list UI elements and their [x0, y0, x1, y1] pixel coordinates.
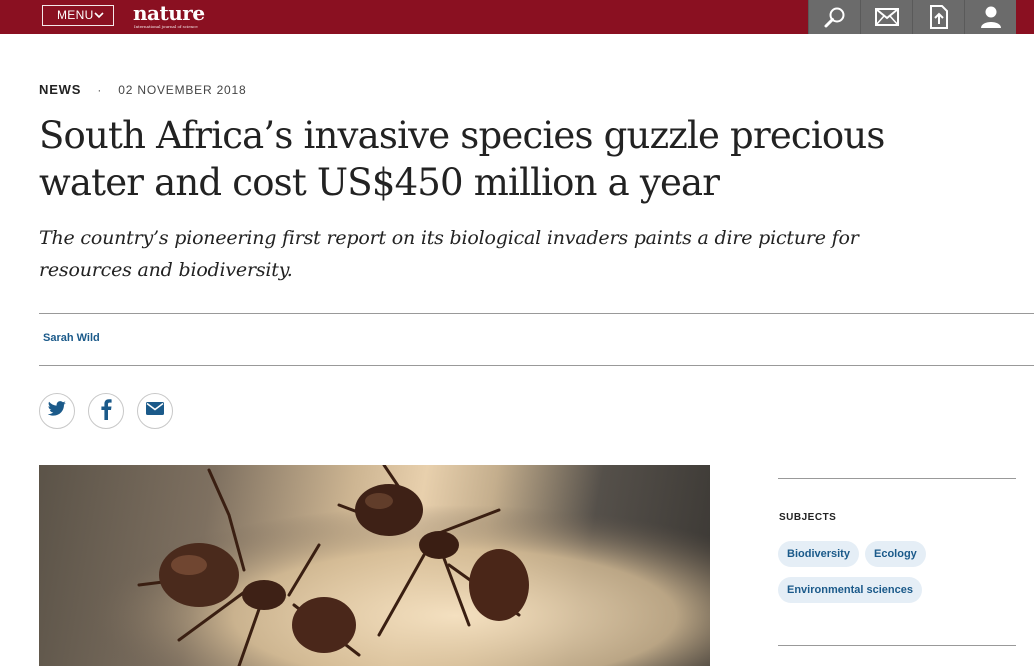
subject-tag-biodiversity[interactable]: Biodiversity: [778, 541, 859, 567]
subject-tag-ecology[interactable]: Ecology: [865, 541, 926, 567]
logo-tagline: International journal of science: [134, 24, 198, 29]
hero-image: [39, 465, 710, 666]
share-facebook-button[interactable]: [88, 393, 124, 429]
mail-icon: [874, 8, 899, 26]
subjects-heading: SUBJECTS: [779, 512, 837, 523]
submit-button[interactable]: [912, 0, 964, 34]
article-title: South Africa’s invasive species guzzle p…: [39, 114, 885, 204]
divider: [39, 365, 1034, 366]
share-twitter-button[interactable]: [39, 393, 75, 429]
search-button[interactable]: [808, 0, 860, 34]
ants-illustration: [39, 465, 710, 666]
user-icon: [980, 5, 1002, 29]
menu-label: MENU: [57, 8, 94, 22]
header-tools: [808, 0, 1016, 34]
article-type: NEWS: [39, 82, 82, 97]
submit-upload-icon: [929, 5, 949, 29]
search-icon: [823, 5, 847, 29]
article-meta: NEWS · 02 NOVEMBER 2018: [39, 82, 246, 97]
nature-logo[interactable]: nature International journal of science: [133, 1, 205, 29]
facebook-icon: [100, 398, 112, 425]
share-email-button[interactable]: [137, 393, 173, 429]
sidebar-divider: [778, 645, 1016, 646]
meta-separator: ·: [97, 83, 103, 97]
publish-date: 02 NOVEMBER 2018: [118, 83, 247, 97]
email-alerts-button[interactable]: [860, 0, 912, 34]
sidebar-divider: [778, 478, 1016, 479]
article-standfirst: The country’s pioneering first report on…: [39, 227, 859, 281]
email-icon: [146, 402, 164, 420]
chevron-down-icon: [94, 6, 104, 32]
divider: [39, 313, 1034, 314]
twitter-icon: [47, 400, 67, 422]
author-link[interactable]: Sarah Wild: [43, 332, 100, 344]
share-buttons: [39, 393, 173, 429]
account-button[interactable]: [964, 0, 1016, 34]
subject-tag-environmental-sciences[interactable]: Environmental sciences: [778, 577, 922, 603]
site-header: MENU nature International journal of sci…: [0, 0, 1034, 34]
logo-text: nature: [133, 1, 205, 25]
menu-button[interactable]: MENU: [42, 5, 114, 26]
